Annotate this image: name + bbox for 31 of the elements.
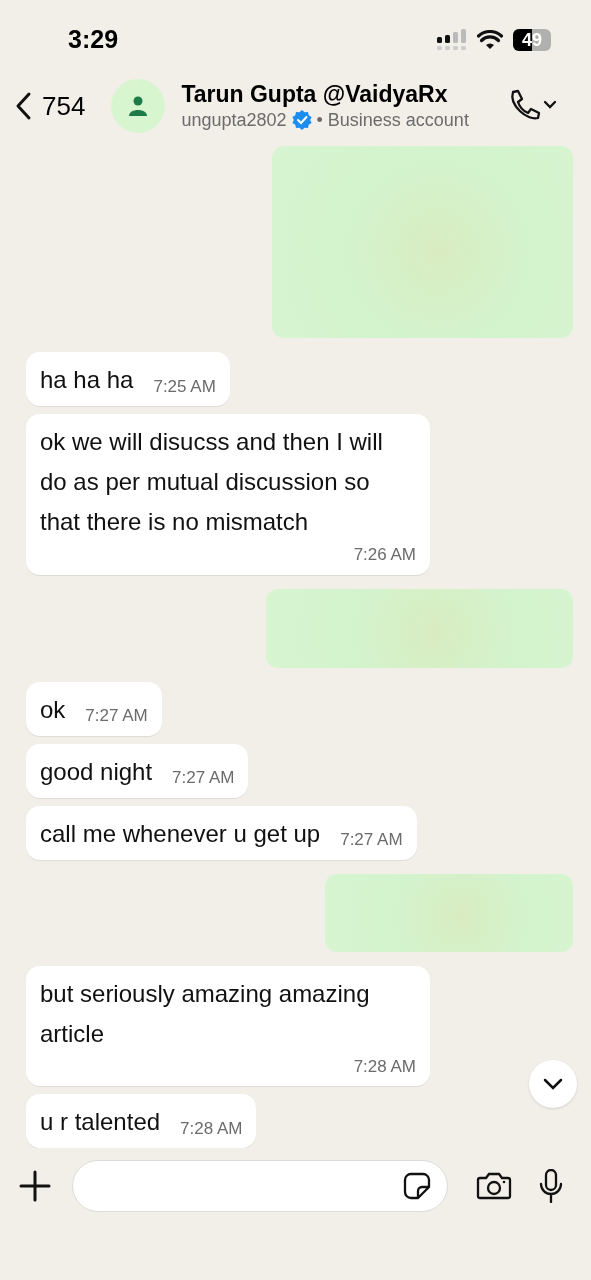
wifi-icon	[477, 30, 503, 50]
contact-username: ungupta2802	[181, 109, 287, 132]
microphone-icon[interactable]	[538, 1169, 564, 1203]
message-text: ha ha ha	[40, 365, 134, 396]
camera-icon[interactable]	[476, 1172, 512, 1200]
status-time: 3:29	[68, 24, 119, 56]
signal-icon	[437, 29, 467, 51]
battery-indicator: 49	[513, 29, 551, 51]
contact-avatar[interactable]	[111, 79, 166, 133]
message-time: 7:25 AM	[153, 375, 216, 398]
chevron-down-icon	[543, 1078, 563, 1090]
contact-name[interactable]: Tarun Gupta @VaidyaRx	[181, 80, 469, 110]
message-time: 7:27 AM	[340, 829, 403, 852]
add-icon[interactable]	[18, 1169, 52, 1203]
message-time: 7:28 AM	[353, 1055, 416, 1078]
message-input[interactable]	[72, 1160, 448, 1212]
message-text: ok we will disucss and then I will do as per mutual discussion so that there is no mismatch	[40, 427, 384, 538]
unread-count[interactable]: 754	[42, 86, 86, 126]
message-text: good night	[40, 756, 153, 787]
scroll-down-button[interactable]	[529, 1060, 577, 1108]
back-icon[interactable]	[14, 91, 32, 121]
message-time: 7:27 AM	[85, 705, 148, 728]
message-time: 7:26 AM	[353, 544, 416, 567]
sticker-icon[interactable]	[403, 1172, 431, 1200]
message-time: 7:27 AM	[172, 767, 235, 790]
message-text: u r talented	[40, 1107, 161, 1137]
message-text: call me whenever u get up	[40, 818, 321, 849]
message-text: but seriously amazing amazing article	[40, 978, 371, 1049]
message-text: ok	[40, 694, 66, 725]
account-type: • Business account	[316, 109, 469, 132]
message-time: 7:28 AM	[180, 1117, 243, 1140]
